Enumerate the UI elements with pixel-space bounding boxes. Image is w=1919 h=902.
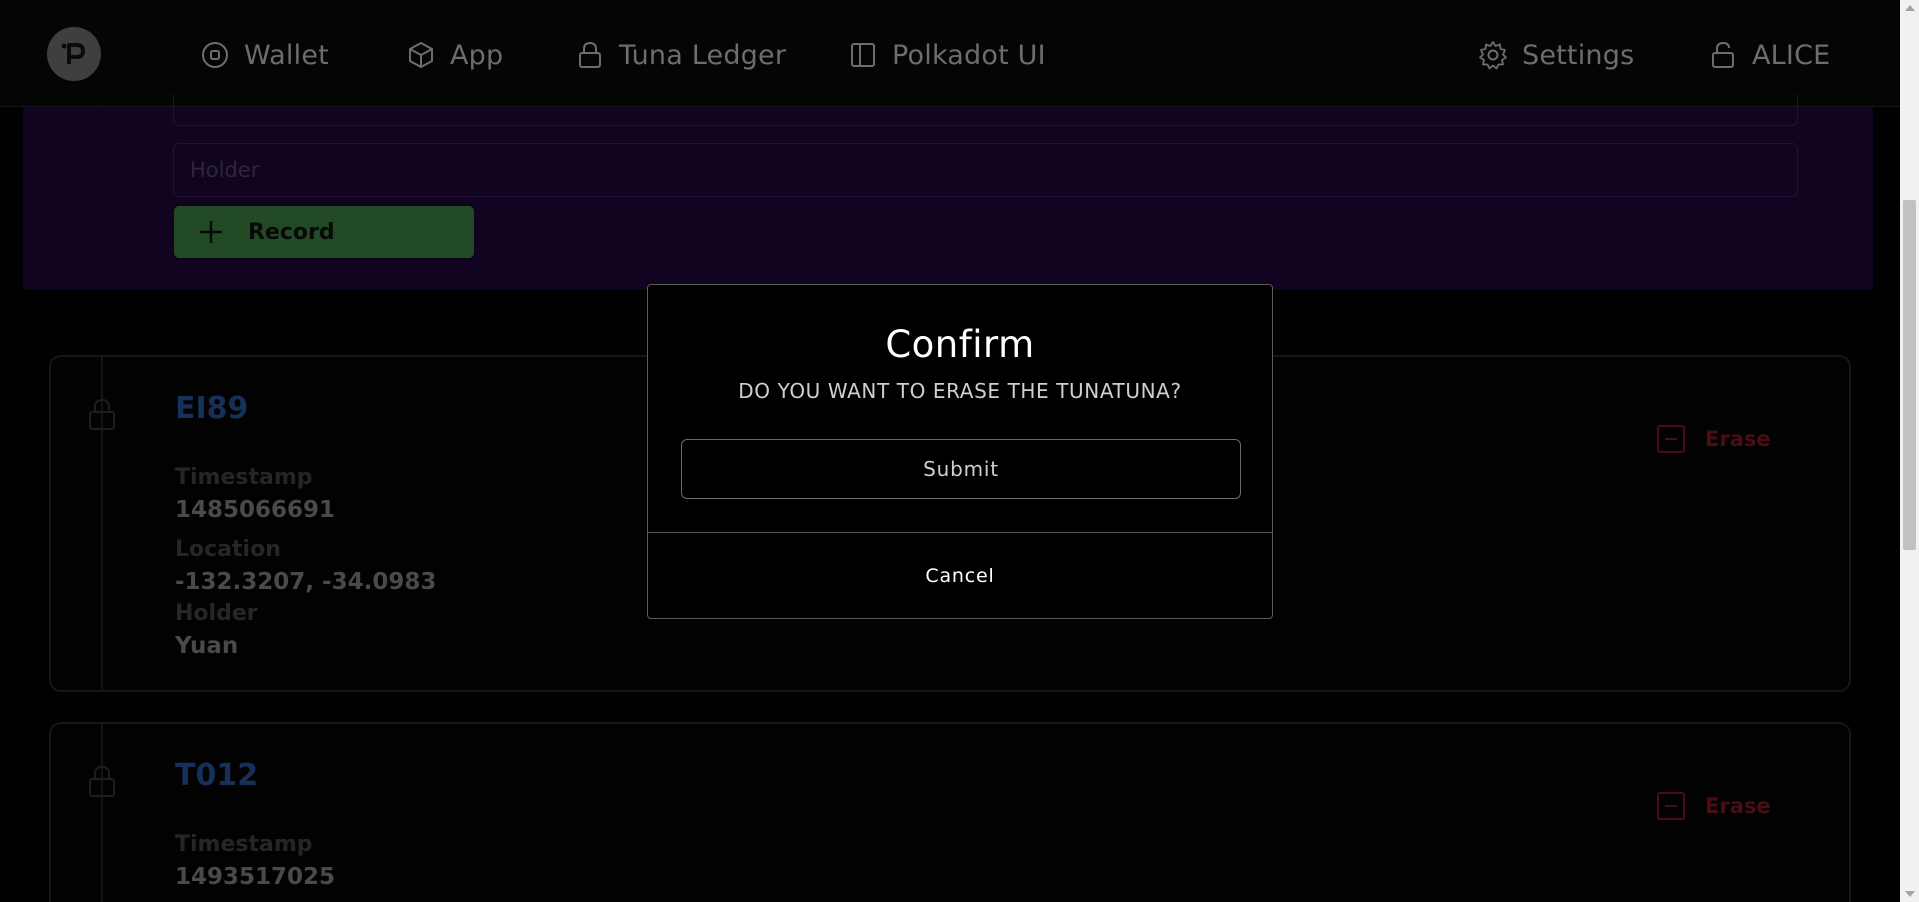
ledger-record-card: T012 Timestamp 1493517025 Erase [49, 722, 1851, 902]
polkadot-logo-icon[interactable] [47, 27, 101, 81]
nav-polkadot-ui-label: Polkadot UI [892, 39, 1046, 71]
nav-app-label: App [450, 39, 504, 71]
erase-button-label: Erase [1705, 794, 1771, 818]
record-button-label: Record [248, 219, 335, 245]
erase-button[interactable]: Erase [1657, 792, 1771, 820]
lock-icon [89, 765, 115, 797]
nav-tuna-ledger-label: Tuna Ledger [619, 39, 787, 71]
top-navigation: Wallet App Tuna Ledger Polkadot UI Setti… [0, 0, 1900, 107]
unlock-icon [1712, 41, 1734, 68]
nav-wallet[interactable]: Wallet [200, 30, 329, 80]
holder-input-placeholder: Holder [190, 158, 260, 182]
holder-value: Yuan [175, 633, 239, 659]
page-scrollbar[interactable] [1900, 0, 1919, 902]
nav-polkadot-ui[interactable]: Polkadot UI [848, 30, 1046, 80]
location-value: -132.3207, -34.0983 [175, 569, 437, 595]
scroll-down-arrow-icon[interactable] [1905, 891, 1915, 897]
timestamp-value: 1485066691 [175, 497, 336, 523]
sidebar-layout-icon [851, 43, 875, 67]
record-button[interactable]: Record [174, 206, 474, 258]
minus-square-icon [1657, 792, 1685, 820]
scroll-up-arrow-icon[interactable] [1905, 5, 1915, 11]
nav-tuna-ledger[interactable]: Tuna Ledger [575, 30, 786, 80]
card-rail-divider [101, 724, 103, 902]
cube-icon [409, 42, 433, 68]
dialog-title: Confirm [885, 323, 1035, 366]
scrollbar-thumb[interactable] [1903, 200, 1916, 550]
add-record-panel [23, 107, 1873, 290]
record-id: T012 [175, 758, 259, 793]
dialog-message: DO YOU WANT TO ERASE THE TUNATUNA? [738, 379, 1182, 403]
nav-settings[interactable]: Settings [1478, 30, 1634, 80]
plus-icon [200, 221, 222, 243]
previous-field-input[interactable] [173, 94, 1798, 126]
record-id: EI89 [175, 391, 249, 426]
lock-icon [89, 398, 115, 430]
timestamp-label: Timestamp [175, 832, 313, 857]
erase-button[interactable]: Erase [1657, 425, 1771, 453]
minus-square-icon [1657, 425, 1685, 453]
location-label: Location [175, 537, 281, 562]
cancel-button[interactable]: Cancel [648, 533, 1272, 619]
nav-account-label: ALICE [1752, 39, 1831, 71]
lock-icon [579, 41, 601, 68]
gear-icon [1479, 41, 1507, 70]
nav-wallet-label: Wallet [244, 39, 329, 71]
form-rail-divider [100, 107, 102, 290]
erase-button-label: Erase [1705, 427, 1771, 451]
timestamp-value: 1493517025 [175, 864, 336, 890]
holder-input[interactable]: Holder [173, 143, 1798, 197]
nav-account[interactable]: ALICE [1708, 30, 1830, 80]
confirm-dialog: Confirm DO YOU WANT TO ERASE THE TUNATUN… [647, 284, 1273, 619]
nav-app[interactable]: App [406, 30, 503, 80]
timestamp-label: Timestamp [175, 465, 313, 490]
nav-settings-label: Settings [1522, 39, 1635, 71]
submit-button[interactable]: Submit [681, 439, 1241, 499]
wallet-icon [202, 42, 228, 68]
holder-label: Holder [175, 601, 258, 626]
